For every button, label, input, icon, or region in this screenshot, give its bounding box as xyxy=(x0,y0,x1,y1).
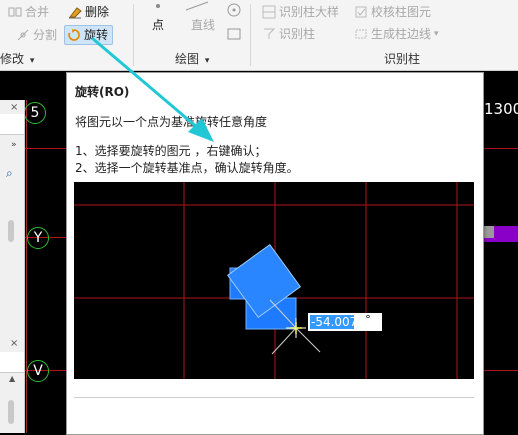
pointer-arrow xyxy=(91,36,214,142)
